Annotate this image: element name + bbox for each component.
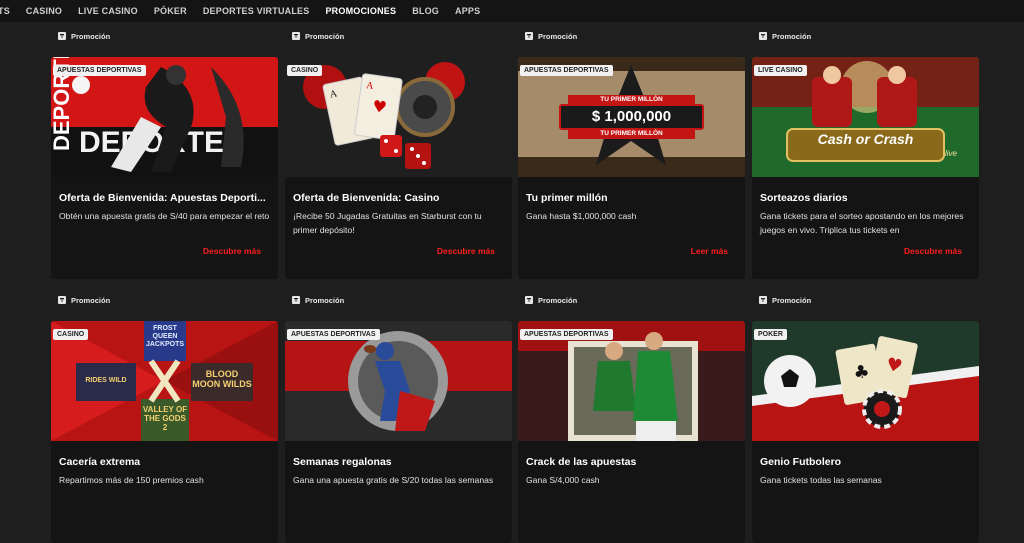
art-text-amount: $ 1,000,000 [591,108,672,125]
promo-title[interactable]: Semanas regalonas [293,456,505,468]
promo-description: ¡Recibe 50 Jugadas Gratuitas en Starburs… [293,211,482,235]
nav-item-blog[interactable]: BLOG [404,6,447,16]
promo-description: Gana S/4,000 cash [526,475,600,485]
promo-label-row: Promoción [759,294,811,306]
promo-title[interactable]: Genio Futbolero [760,456,972,468]
promo-title[interactable]: Crack de las apuestas [526,456,738,468]
category-tag: CASINO [53,329,89,340]
promo-label: Promoción [538,295,578,305]
promo-icon [759,296,767,304]
promo-card-body[interactable]: A A ♥ CASINO Oferta de Bienvenida: Casin… [285,57,512,279]
promo-label: Promoción [772,31,812,41]
promo-title[interactable]: Oferta de Bienvenida: Casino [293,192,505,204]
promo-description: Gana tickets todas las semanas [760,475,882,485]
promo-title[interactable]: Sorteazos diarios [760,192,972,204]
promo-label-row: Promoción [58,294,110,306]
read-more-link[interactable]: Leer más [691,246,728,256]
promo-card-body[interactable]: DEPORTES DEPORTES APUESTAS DEPORTIVAS Of… [51,57,278,279]
promo-image-first-million[interactable]: TU PRIMER MILLÓN $ 1,000,000 TU PRIMER M… [518,57,745,177]
top-navigation: TS CASINO LIVE CASINO PÓKER DEPORTES VIR… [0,0,1024,22]
promo-label-row: Promoción [58,30,110,42]
promo-card-body[interactable]: FROST QUEEN JACKPOTS BLOOD MOON WILDS VA… [51,321,278,543]
promo-title[interactable]: Oferta de Bienvenida: Apuestas Deporti..… [59,192,271,204]
promo-card-body[interactable]: Cash or Crash live LIVE CASINO Sorteazos… [752,57,979,279]
category-tag: POKER [754,329,787,340]
promo-image-soccer-player[interactable]: APUESTAS DEPORTIVAS [518,321,745,441]
art-text-blood-moon: BLOOD MOON WILDS [192,369,252,389]
nav-item-promotions[interactable]: PROMOCIONES [317,6,404,16]
promo-description: Gana hasta $1,000,000 cash [526,211,637,221]
art-text-live: live [944,149,957,158]
promo-title[interactable]: Tu primer millón [526,192,738,204]
promo-description: Obtén una apuesta gratis de S/40 para em… [59,211,270,221]
promo-image-sports[interactable]: DEPORTES DEPORTES APUESTAS DEPORTIVAS [51,57,278,177]
discover-more-link[interactable]: Descubre más [437,246,495,256]
nav-item-virtual-sports[interactable]: DEPORTES VIRTUALES [195,6,318,16]
promo-image-live-casino[interactable]: Cash or Crash live LIVE CASINO [752,57,979,177]
category-tag: APUESTAS DEPORTIVAS [53,65,146,76]
promo-label: Promoción [538,31,578,41]
promo-label-row: Promoción [525,30,577,42]
promo-icon [759,32,767,40]
promo-image-american-football[interactable]: APUESTAS DEPORTIVAS [285,321,512,441]
nav-item-poker[interactable]: PÓKER [146,6,195,16]
promo-icon [525,296,533,304]
art-text-frost-queen: FROST QUEEN JACKPOTS [145,325,185,348]
art-text-rides-wild: RIDES WILD [85,377,127,384]
promo-label-row: Promoción [292,30,344,42]
category-tag: CASINO [287,65,323,76]
art-text-valley-gods: VALLEY OF THE GODS 2 [142,405,188,432]
nav-item-casino[interactable]: CASINO [18,6,70,16]
promo-icon [58,296,66,304]
promo-icon [292,32,300,40]
svg-text:♥: ♥ [371,96,388,117]
promo-label: Promoción [305,31,345,41]
promo-image-casino-games[interactable]: FROST QUEEN JACKPOTS BLOOD MOON WILDS VA… [51,321,278,441]
promo-icon [525,32,533,40]
promo-label: Promoción [71,295,111,305]
promo-label-row: Promoción [292,294,344,306]
category-tag: LIVE CASINO [754,65,807,76]
promo-image-poker[interactable]: ♣ ♥ POKER [752,321,979,441]
art-text-cash-or-crash: Cash or Crash [817,131,914,147]
category-tag: APUESTAS DEPORTIVAS [287,329,380,340]
promo-card-body[interactable]: APUESTAS DEPORTIVAS Crack de las apuesta… [518,321,745,543]
discover-more-link[interactable]: Descubre más [904,246,962,256]
promo-icon [58,32,66,40]
category-tag: APUESTAS DEPORTIVAS [520,65,613,76]
promo-title[interactable]: Cacería extrema [59,456,271,468]
art-text-top: TU PRIMER MILLÓN [600,96,663,103]
discover-more-link[interactable]: Descubre más [203,246,261,256]
promo-description: Gana una apuesta gratis de S/20 todas la… [293,475,494,485]
promo-description: Repartimos más de 150 premios cash [59,475,204,485]
promo-label: Promoción [305,295,345,305]
promo-label: Promoción [772,295,812,305]
promo-label: Promoción [71,31,111,41]
promotions-grid: Promoción DEPORTES DEPORTES APUESTAS DEP… [0,22,1024,543]
promo-description: Gana tickets para el sorteo apostando en… [760,211,964,235]
nav-item-sports[interactable]: TS [0,6,18,16]
promo-icon [292,296,300,304]
nav-item-apps[interactable]: APPS [447,6,488,16]
art-text-bottom: TU PRIMER MILLÓN [600,130,663,137]
promo-card-body[interactable]: ♣ ♥ POKER Genio Futbolero Gana tickets t… [752,321,979,543]
category-tag: APUESTAS DEPORTIVAS [520,329,613,340]
promo-label-row: Promoción [759,30,811,42]
promo-label-row: Promoción [525,294,577,306]
promo-card-body[interactable]: APUESTAS DEPORTIVAS Semanas regalonas Ga… [285,321,512,543]
promo-card-body[interactable]: TU PRIMER MILLÓN $ 1,000,000 TU PRIMER M… [518,57,745,279]
promo-image-casino[interactable]: A A ♥ CASINO [285,57,512,177]
nav-item-live-casino[interactable]: LIVE CASINO [70,6,146,16]
